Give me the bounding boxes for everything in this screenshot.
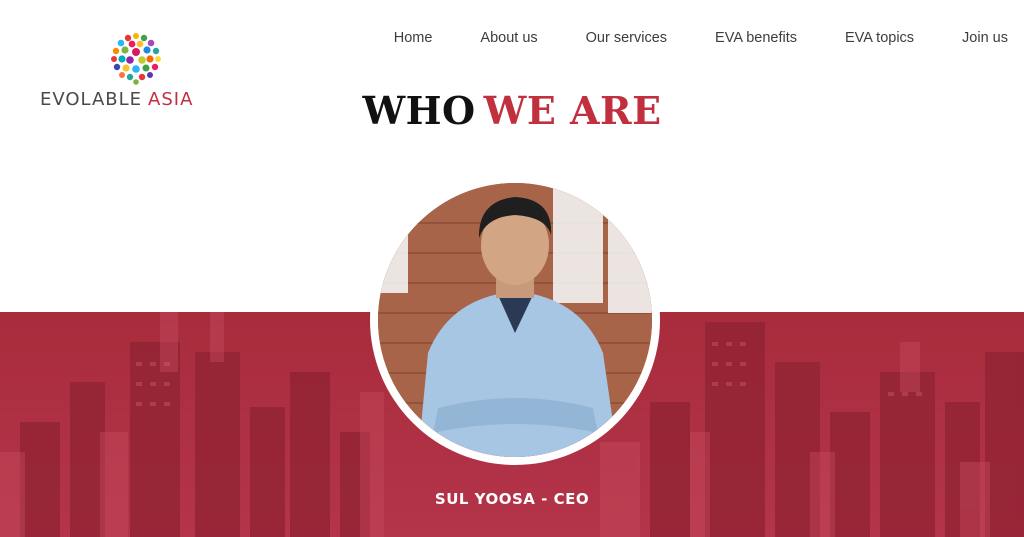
nav-eva-topics[interactable]: EVA topics bbox=[821, 26, 938, 50]
nav-our-services[interactable]: Our services bbox=[562, 26, 691, 50]
nav-join-us[interactable]: Join us bbox=[938, 26, 1008, 50]
colorful-dot-globe-icon bbox=[110, 32, 162, 85]
section-title: WHO WE ARE bbox=[0, 86, 1024, 136]
section-title-part2: WE ARE bbox=[483, 88, 662, 133]
nav-about-us[interactable]: About us bbox=[456, 26, 561, 50]
person-portrait-photo bbox=[378, 183, 652, 457]
section-title-part1: WHO bbox=[362, 88, 476, 133]
nav-eva-benefits[interactable]: EVA benefits bbox=[691, 26, 821, 50]
nav-home[interactable]: Home bbox=[370, 26, 457, 50]
ceo-caption: SUL YOOSA - CEO bbox=[434, 490, 590, 508]
portrait-illustration bbox=[378, 183, 652, 457]
main-nav: Home About us Our services EVA benefits … bbox=[370, 26, 1008, 50]
ceo-portrait-frame bbox=[370, 175, 660, 465]
page: EVOLABLE ASIA Home About us Our services … bbox=[0, 0, 1024, 537]
